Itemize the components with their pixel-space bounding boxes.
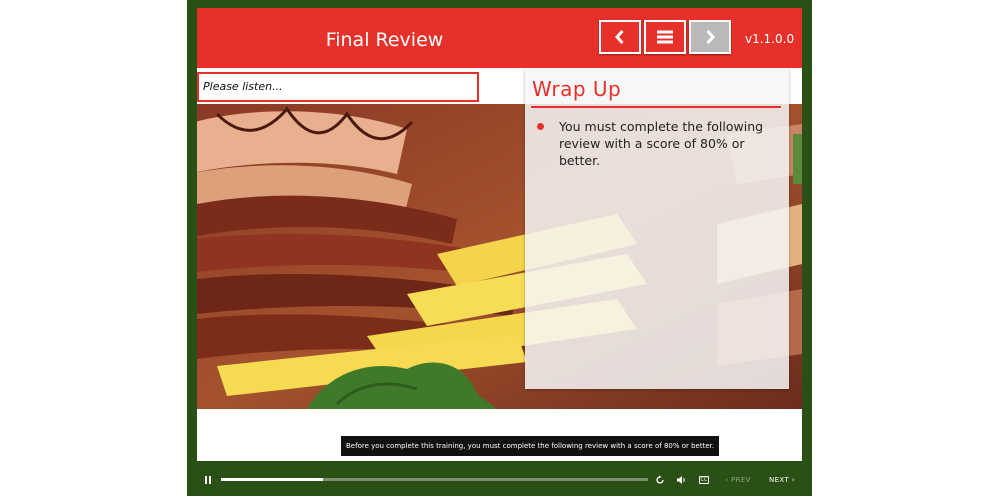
page-title: Final Review [325,29,444,51]
prev-label: PREV [730,476,751,484]
pause-icon [205,476,207,484]
pause-icon [209,476,211,484]
menu-button[interactable] [644,20,686,54]
panel-divider [531,106,781,108]
chevron-right-icon [706,29,716,45]
closed-caption: Before you complete this training, you m… [341,436,720,456]
volume-button[interactable] [674,473,688,487]
playback-controls: CC ‹ PREV NEXT › [187,465,812,496]
listen-status: Please listen... [197,72,479,102]
panel-bullet-text: You must complete the following review w… [559,119,764,168]
next-label: NEXT [768,476,790,484]
next-button[interactable]: NEXT › [767,473,797,487]
seek-bar-fill [221,478,324,481]
next-slide-button[interactable] [689,20,731,54]
wrap-up-panel: Wrap Up You must complete the following … [525,68,789,389]
cc-icon: CC [698,476,710,484]
prev-slide-button[interactable] [599,20,641,54]
version-label: v1.1.0.0 [745,32,795,46]
player-frame: Final Review v1.1.0.0 Please listen... W… [187,0,812,496]
bullet-icon [537,123,544,130]
replay-button[interactable] [653,473,667,487]
captions-button[interactable]: CC [697,473,711,487]
volume-icon [676,476,685,484]
chevron-left-icon [614,29,624,45]
header-bar: Final Review v1.1.0.0 [197,8,802,68]
slide-content: Please listen... Wrap Up You must comple… [197,68,802,461]
menu-icon [657,30,673,44]
chevron-right-icon: › [789,476,796,484]
seek-bar[interactable] [221,478,648,481]
reload-icon [656,475,664,484]
pause-button[interactable] [203,473,213,487]
prev-button[interactable]: ‹ PREV [722,473,754,487]
panel-title: Wrap Up [532,77,622,101]
